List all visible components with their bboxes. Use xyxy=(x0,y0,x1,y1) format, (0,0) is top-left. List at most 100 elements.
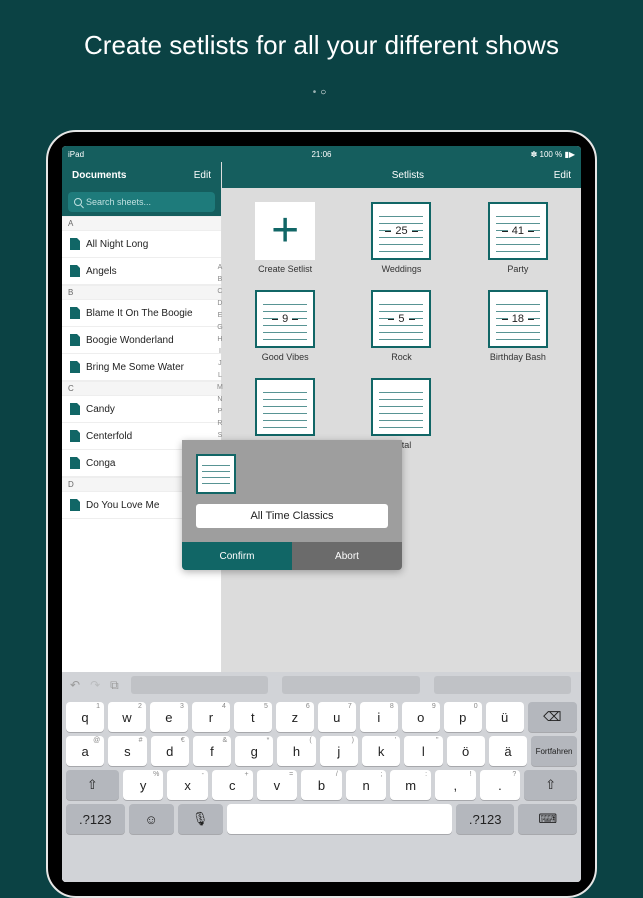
key-c[interactable]: +c xyxy=(212,770,253,800)
setlist-item[interactable]: 41Party xyxy=(465,202,571,274)
key-e[interactable]: 3e xyxy=(150,702,188,732)
key-t[interactable]: 5t xyxy=(234,702,272,732)
document-label: Centerfold xyxy=(86,431,132,442)
key-.[interactable]: ?. xyxy=(480,770,521,800)
confirm-button[interactable]: Confirm xyxy=(182,542,292,570)
index-letter[interactable]: P xyxy=(217,406,223,418)
key-k[interactable]: 'k xyxy=(362,736,400,766)
key-s[interactable]: #s xyxy=(108,736,146,766)
screen: iPad 21:06 ✽ 100 % ▮▶ Documents Edit Sea… xyxy=(62,146,581,882)
index-letter[interactable]: I xyxy=(217,346,223,358)
hide-keyboard-key[interactable]: ⌨ xyxy=(518,804,577,834)
key-,[interactable]: !, xyxy=(435,770,476,800)
key-i[interactable]: 8i xyxy=(360,702,398,732)
abort-button[interactable]: Abort xyxy=(292,542,402,570)
index-letter[interactable]: H xyxy=(217,334,223,346)
alpha-index[interactable]: ABCDEGHIJLMNPRSV xyxy=(217,262,223,454)
key-x[interactable]: -x xyxy=(167,770,208,800)
document-label: Conga xyxy=(86,458,115,469)
document-item[interactable]: Blame It On The Boogie xyxy=(62,300,221,327)
key-z[interactable]: 6z xyxy=(276,702,314,732)
sidebar-edit-button[interactable]: Edit xyxy=(194,170,211,181)
setlist-name-input[interactable] xyxy=(196,504,388,528)
shift-key[interactable]: ⇧ xyxy=(66,770,119,800)
setlist-item[interactable]: 9Good Vibes xyxy=(232,290,338,362)
index-letter[interactable]: E xyxy=(217,310,223,322)
space-key[interactable] xyxy=(227,804,452,834)
redo-icon[interactable]: ↷ xyxy=(90,678,100,692)
document-item[interactable]: Bring Me Some Water xyxy=(62,354,221,381)
index-letter[interactable]: C xyxy=(217,286,223,298)
key-f[interactable]: &f xyxy=(193,736,231,766)
index-letter[interactable]: J xyxy=(217,358,223,370)
setlist-item[interactable]: 5 Rock xyxy=(348,290,454,362)
key-ä[interactable]: ä xyxy=(489,736,527,766)
backspace-key[interactable]: ⌫ xyxy=(528,702,577,732)
index-letter[interactable]: M xyxy=(217,382,223,394)
index-letter[interactable]: D xyxy=(217,298,223,310)
key-d[interactable]: €d xyxy=(151,736,189,766)
index-letter[interactable]: L xyxy=(217,370,223,382)
key-ö[interactable]: ö xyxy=(447,736,485,766)
status-left: iPad xyxy=(68,150,84,159)
key-ü[interactable]: ü xyxy=(486,702,524,732)
key-h[interactable]: (h xyxy=(277,736,315,766)
page-indicator: •○ xyxy=(0,81,643,108)
emoji-key[interactable]: ☺ xyxy=(129,804,174,834)
keyboard[interactable]: ↶ ↷ ⧉ 1q2w3e4r5t6z7u8i9o0pü⌫ @a#s€d&f*g(… xyxy=(62,672,581,882)
key-b[interactable]: /b xyxy=(301,770,342,800)
symbols-key[interactable]: .?123 xyxy=(66,804,125,834)
index-letter[interactable]: G xyxy=(217,322,223,334)
setlist-card xyxy=(255,378,315,436)
setlist-card: 25 xyxy=(371,202,431,260)
dictation-key[interactable]: 🎙 xyxy=(178,804,223,834)
index-letter[interactable]: R xyxy=(217,418,223,430)
document-item[interactable]: Angels xyxy=(62,258,221,285)
document-label: Angels xyxy=(86,266,117,277)
key-o[interactable]: 9o xyxy=(402,702,440,732)
key-m[interactable]: :m xyxy=(390,770,431,800)
suggestion-3[interactable] xyxy=(434,676,571,694)
search-input[interactable]: Search sheets... xyxy=(68,192,215,212)
key-a[interactable]: @a xyxy=(66,736,104,766)
clipboard-icon[interactable]: ⧉ xyxy=(110,678,119,693)
key-n[interactable]: ;n xyxy=(346,770,387,800)
key-y[interactable]: %y xyxy=(123,770,164,800)
setlist-item[interactable]: 18Birthday Bash xyxy=(465,290,571,362)
document-item[interactable]: Boogie Wonderland xyxy=(62,327,221,354)
key-g[interactable]: *g xyxy=(235,736,273,766)
document-item[interactable]: Candy xyxy=(62,396,221,423)
fortfahren-key[interactable]: Fortfahren xyxy=(531,736,577,766)
setlist-item[interactable]: 25 Weddings xyxy=(348,202,454,274)
setlist-card: 41 xyxy=(488,202,548,260)
main-edit-button[interactable]: Edit xyxy=(554,170,571,181)
setlist-card: 18 xyxy=(488,290,548,348)
index-letter[interactable]: A xyxy=(217,262,223,274)
undo-icon[interactable]: ↶ xyxy=(70,678,80,692)
index-letter[interactable]: B xyxy=(217,274,223,286)
setlist-label: Weddings xyxy=(382,264,422,274)
symbols-key-right[interactable]: .?123 xyxy=(456,804,515,834)
key-r[interactable]: 4r xyxy=(192,702,230,732)
shift-key-right[interactable]: ⇧ xyxy=(524,770,577,800)
suggestion-1[interactable] xyxy=(131,676,268,694)
key-w[interactable]: 2w xyxy=(108,702,146,732)
index-letter[interactable]: N xyxy=(217,394,223,406)
status-right: ✽ 100 % ▮▶ xyxy=(531,150,575,159)
setlist-count: 5 xyxy=(394,313,408,325)
suggestion-2[interactable] xyxy=(282,676,419,694)
key-q[interactable]: 1q xyxy=(66,702,104,732)
document-label: Do You Love Me xyxy=(86,500,159,511)
section-header: B xyxy=(62,285,221,300)
setlist-count: 18 xyxy=(508,313,528,325)
key-v[interactable]: =v xyxy=(257,770,298,800)
setlist-label: Rock xyxy=(391,352,412,362)
key-u[interactable]: 7u xyxy=(318,702,356,732)
key-j[interactable]: )j xyxy=(320,736,358,766)
document-item[interactable]: All Night Long xyxy=(62,231,221,258)
setlist-count: 41 xyxy=(508,225,528,237)
create-setlist-button[interactable]: +Create Setlist xyxy=(232,202,338,274)
file-icon xyxy=(70,457,80,469)
key-p[interactable]: 0p xyxy=(444,702,482,732)
key-l[interactable]: "l xyxy=(404,736,442,766)
